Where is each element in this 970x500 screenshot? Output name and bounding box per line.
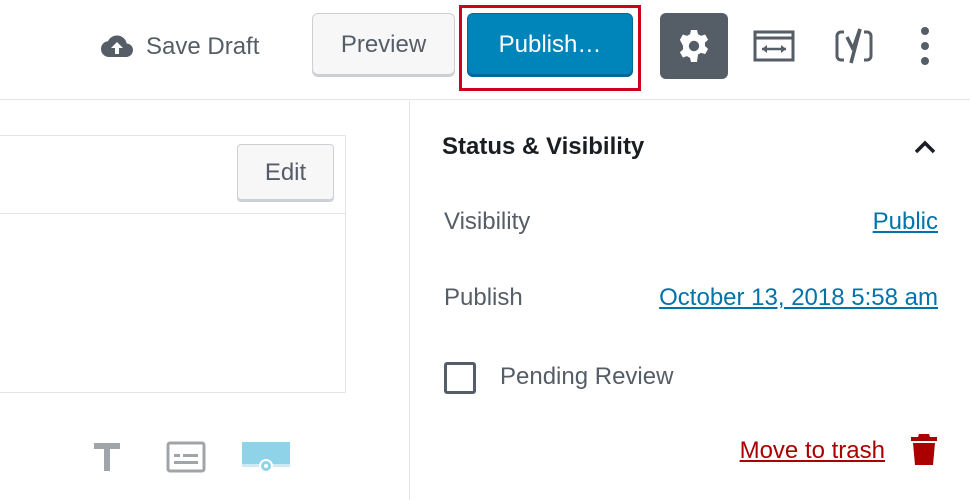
save-draft-button[interactable]: Save Draft	[100, 28, 259, 66]
publish-date-link[interactable]: October 13, 2018 5:58 am	[659, 284, 938, 312]
visibility-label: Visibility	[444, 208, 531, 235]
yoast-seo-button[interactable]	[832, 22, 876, 70]
move-to-trash-link[interactable]: Move to trash	[740, 437, 885, 465]
cloud-upload-icon	[101, 35, 133, 57]
pending-review-label[interactable]: Pending Review	[500, 363, 673, 391]
caption-icon	[166, 441, 206, 473]
caption-tool-button[interactable]	[164, 437, 208, 477]
save-draft-label: Save Draft	[146, 33, 260, 60]
status-visibility-panel-title[interactable]: Status & Visibility	[442, 133, 644, 161]
more-vertical-icon	[921, 27, 929, 35]
editor-header-toolbar: Save Draft Preview Publish…	[0, 0, 970, 100]
more-menu-button[interactable]	[912, 22, 938, 70]
fullwidth-icon	[753, 30, 795, 62]
trash-icon[interactable]	[908, 431, 940, 467]
editor-content-area: Edit	[0, 101, 410, 500]
media-icon	[242, 442, 290, 473]
publish-date-label: Publish	[444, 284, 523, 311]
gear-icon	[679, 30, 709, 62]
text-tool-button[interactable]	[90, 437, 124, 477]
text-icon	[94, 443, 120, 471]
publish-button[interactable]: Publish…	[467, 13, 633, 77]
fullwidth-toggle-button[interactable]	[752, 26, 796, 66]
yoast-icon	[835, 28, 873, 64]
settings-button[interactable]	[660, 13, 728, 79]
visibility-link[interactable]: Public	[873, 208, 938, 236]
edit-button[interactable]: Edit	[237, 144, 334, 202]
chevron-up-icon[interactable]	[913, 137, 937, 157]
media-tool-button[interactable]	[240, 437, 292, 477]
pending-review-checkbox[interactable]	[444, 362, 476, 394]
preview-button[interactable]: Preview	[312, 13, 455, 77]
document-settings-sidebar: Status & Visibility Visibility Public Pu…	[411, 101, 970, 500]
